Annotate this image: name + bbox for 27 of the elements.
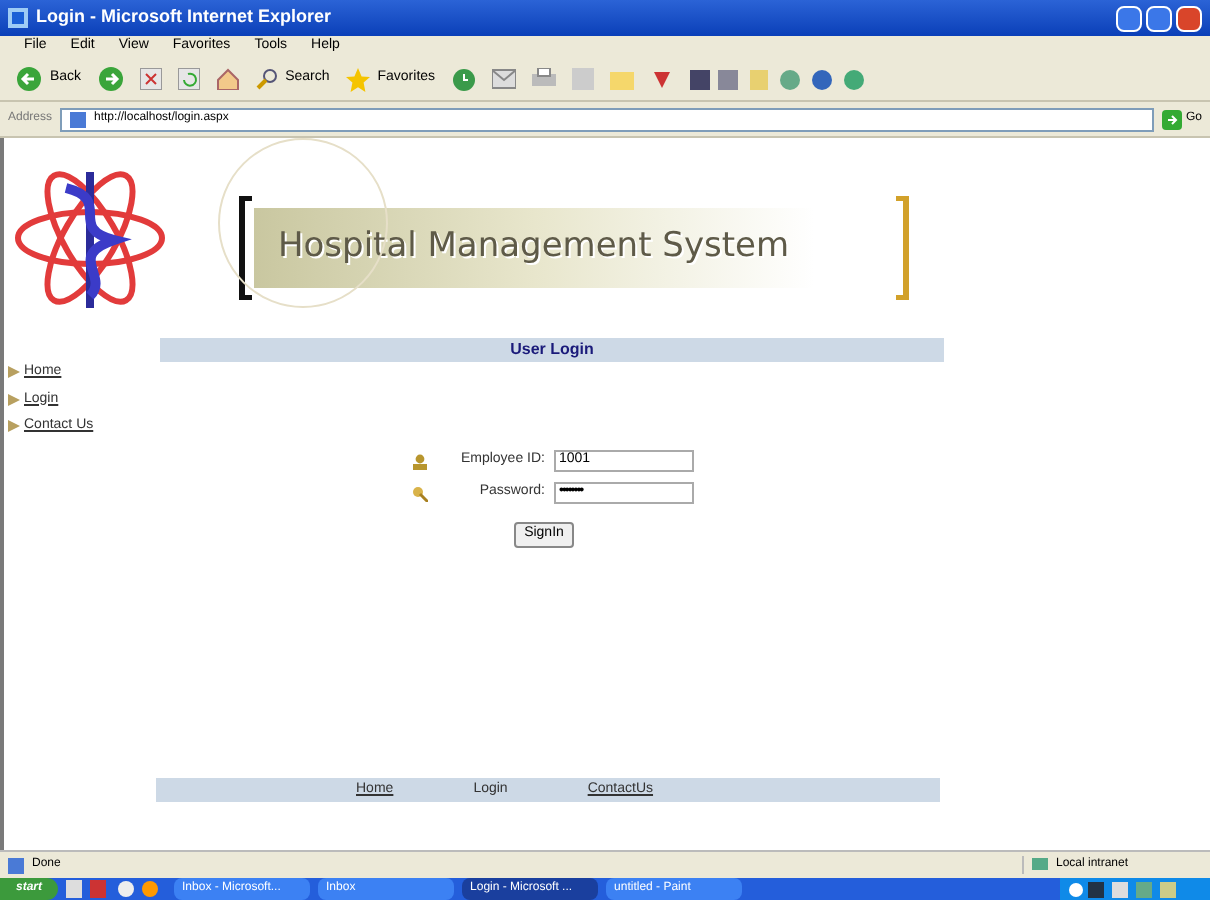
- forward-icon[interactable]: [97, 66, 124, 92]
- window-title: Login - Microsoft Internet Explorer: [36, 4, 332, 31]
- page-icon: [70, 111, 87, 127]
- right-bracket-icon: [894, 196, 910, 300]
- browser-icon: [8, 8, 28, 28]
- mail-icon[interactable]: [491, 68, 516, 90]
- banner-title: Hospital Management System: [278, 224, 790, 271]
- close-button[interactable]: [1176, 5, 1202, 31]
- arrow-icon: [8, 420, 20, 433]
- page-icon: [8, 857, 24, 873]
- back-arrow-icon: [16, 66, 42, 92]
- refresh-icon[interactable]: [177, 68, 200, 90]
- left-bracket-icon: [238, 196, 254, 300]
- print-icon[interactable]: [531, 68, 556, 90]
- arrow-icon: [8, 393, 20, 406]
- minimize-button[interactable]: [1116, 5, 1142, 31]
- search-icon: [255, 68, 278, 90]
- history-icon[interactable]: [451, 67, 476, 91]
- arrow-icon: [8, 366, 20, 379]
- intranet-icon: [1032, 857, 1048, 873]
- star-icon: [345, 67, 370, 91]
- key-icon: [411, 485, 427, 501]
- user-icon: [411, 453, 427, 469]
- maximize-button[interactable]: [1146, 5, 1172, 31]
- login-heading: User Login: [510, 338, 594, 362]
- stop-icon[interactable]: [139, 68, 162, 90]
- home-icon[interactable]: [215, 68, 240, 90]
